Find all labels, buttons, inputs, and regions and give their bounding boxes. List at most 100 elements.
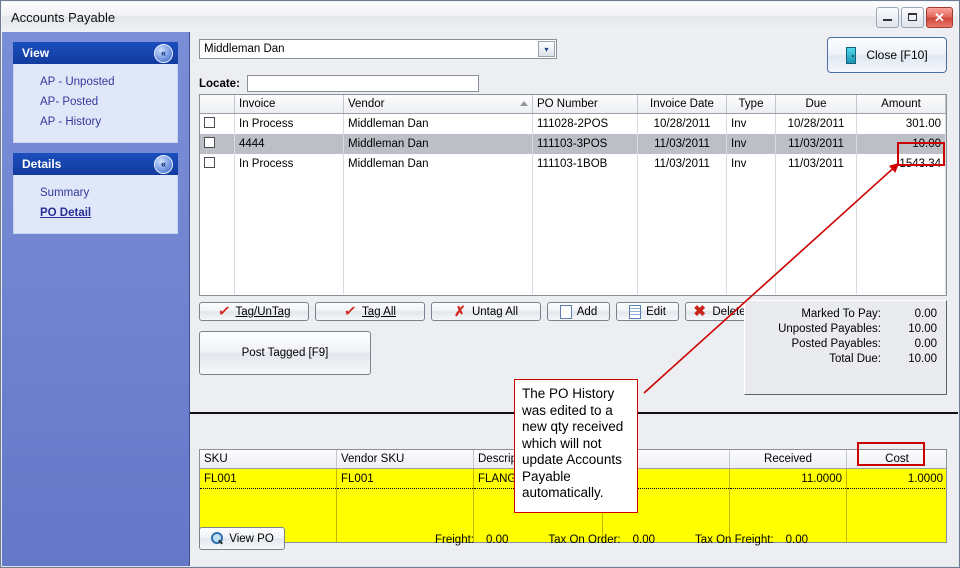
table-row-empty: [200, 194, 946, 214]
post-tagged-label: Post Tagged [F9]: [241, 347, 329, 359]
tag-all-label: Tag All: [362, 305, 396, 318]
column-header-vendor-sku[interactable]: Vendor SKU: [336, 450, 474, 469]
cell-vendor: Middleman Dan: [343, 154, 533, 174]
table-row[interactable]: In Process Middleman Dan 111103-1BOB 11/…: [200, 154, 946, 174]
edit-button[interactable]: Edit: [616, 302, 679, 321]
window-title: Accounts Payable: [11, 9, 116, 25]
sidebar-item-ap-posted[interactable]: AP- Posted: [14, 92, 177, 112]
cell-due: 10/28/2011: [775, 113, 857, 134]
column-header-type[interactable]: Type: [726, 95, 776, 114]
table-row[interactable]: 4444 Middleman Dan 111103-3POS 11/03/201…: [200, 134, 946, 154]
column-header-vendor[interactable]: Vendor: [343, 95, 533, 114]
chevron-down-icon[interactable]: ▾: [538, 41, 555, 57]
cell-vendor-sku: FL001: [336, 468, 474, 489]
column-header-check[interactable]: [200, 95, 235, 114]
post-tagged-button[interactable]: Post Tagged [F9]: [199, 331, 371, 375]
locate-row: Locate:: [199, 75, 479, 92]
invoice-grid-header-row: Invoice Vendor PO Number Invoice Date Ty…: [200, 95, 946, 114]
chevron-up-icon[interactable]: «: [154, 155, 173, 174]
column-header-cost[interactable]: Cost: [846, 450, 946, 469]
table-row-empty: [200, 234, 946, 254]
cell-po-number: 111028-2POS: [532, 113, 638, 134]
tax-on-freight-label: Tax On Freight:: [695, 534, 774, 546]
invoice-grid[interactable]: Invoice Vendor PO Number Invoice Date Ty…: [199, 94, 947, 296]
sidebar-item-po-detail[interactable]: PO Detail: [14, 203, 177, 223]
cell-invoice-date: 11/03/2011: [637, 134, 727, 154]
cell-amount: 10.00: [856, 134, 946, 154]
sidebar-item-summary[interactable]: Summary: [14, 183, 177, 203]
column-header-invoice[interactable]: Invoice: [234, 95, 344, 114]
cell-amount: 1543.34: [856, 154, 946, 174]
minimize-button[interactable]: [876, 6, 899, 28]
column-header-amount[interactable]: Amount: [856, 95, 946, 114]
tax-on-order-value: 0.00: [632, 534, 655, 546]
vendor-select[interactable]: Middleman Dan ▾: [199, 39, 557, 59]
column-header-invoice-date[interactable]: Invoice Date: [637, 95, 727, 114]
cell-type: Inv: [726, 113, 776, 134]
maximize-button[interactable]: [901, 6, 924, 28]
close-button[interactable]: ✕: [926, 6, 953, 28]
sidebar-item-ap-history[interactable]: AP - History: [14, 112, 177, 132]
totals-row: Marked To Pay: 0.00: [745, 307, 937, 322]
annotation-callout-text: The PO History was edited to a new qty r…: [522, 386, 624, 500]
delete-x-icon: [693, 302, 707, 320]
chevron-up-icon[interactable]: «: [154, 44, 173, 63]
column-header-sku[interactable]: SKU: [200, 450, 337, 469]
sidebar-panel-view-header[interactable]: View «: [13, 42, 178, 64]
row-checkbox-cell[interactable]: [200, 134, 235, 154]
freight-label: Freight:: [435, 534, 474, 546]
table-row-empty: [200, 214, 946, 234]
totals-panel: Marked To Pay: 0.00 Unposted Payables: 1…: [744, 300, 947, 395]
window-titlebar: Accounts Payable ✕: [2, 2, 958, 33]
total-due-value: 10.00: [908, 353, 937, 365]
column-header-po-number[interactable]: PO Number: [532, 95, 638, 114]
cell-type: Inv: [726, 134, 776, 154]
sidebar-panel-view: View « AP - Unposted AP- Posted AP - His…: [13, 42, 178, 143]
close-f10-button[interactable]: Close [F10]: [827, 37, 947, 73]
checkmark-icon: [218, 305, 231, 318]
checkbox-icon[interactable]: [204, 157, 215, 168]
cell-due: 11/03/2011: [775, 154, 857, 174]
maximize-icon: [908, 13, 917, 21]
marked-to-pay-label: Marked To Pay:: [801, 308, 881, 320]
cell-received: 11.0000: [729, 468, 847, 489]
table-row-empty: [200, 274, 946, 294]
marked-to-pay-value: 0.00: [914, 308, 937, 320]
locate-input[interactable]: [246, 75, 479, 92]
row-checkbox-cell[interactable]: [200, 154, 235, 174]
sidebar-panel-details-header[interactable]: Details «: [13, 153, 178, 175]
checkbox-icon[interactable]: [204, 117, 215, 128]
totals-row: Total Due: 10.00: [745, 352, 937, 367]
row-checkbox-cell[interactable]: [200, 113, 235, 134]
delete-label: Delete: [712, 305, 746, 318]
cell-sku: FL001: [200, 468, 337, 489]
column-header-due[interactable]: Due: [775, 95, 857, 114]
checkbox-icon[interactable]: [204, 137, 215, 148]
toolbar: Middleman Dan ▾ Locate: Close [F10]: [190, 32, 958, 92]
tax-on-order-label: Tax On Order:: [548, 534, 621, 546]
cross-icon: [454, 303, 467, 320]
tag-all-button[interactable]: Tag All: [315, 302, 425, 321]
cell-type: Inv: [726, 154, 776, 174]
view-po-button[interactable]: View PO: [199, 527, 285, 550]
cell-vendor: Middleman Dan: [343, 113, 533, 134]
cell-due: 11/03/2011: [775, 134, 857, 154]
tag-untag-label: Tag/UnTag: [235, 305, 291, 318]
add-button[interactable]: Add: [547, 302, 610, 321]
posted-payables-label: Posted Payables:: [791, 338, 881, 350]
minimize-icon: [883, 19, 892, 21]
close-f10-label: Close [F10]: [866, 48, 928, 62]
unposted-payables-label: Unposted Payables:: [778, 323, 881, 335]
cell-invoice-date: 10/28/2011: [637, 113, 727, 134]
annotation-callout: The PO History was edited to a new qty r…: [514, 379, 638, 513]
tag-untag-button[interactable]: Tag/UnTag: [199, 302, 309, 321]
edit-label: Edit: [646, 305, 666, 318]
posted-payables-value: 0.00: [914, 338, 937, 350]
vendor-select-value: Middleman Dan: [204, 43, 285, 55]
table-row[interactable]: In Process Middleman Dan 111028-2POS 10/…: [200, 113, 946, 134]
untag-all-button[interactable]: Untag All: [431, 302, 541, 321]
column-header-received[interactable]: Received: [729, 450, 847, 469]
sidebar-item-ap-unposted[interactable]: AP - Unposted: [14, 72, 177, 92]
accounts-payable-window: Accounts Payable ✕ View « AP - Unposted …: [0, 0, 960, 568]
unposted-payables-value: 10.00: [908, 323, 937, 335]
